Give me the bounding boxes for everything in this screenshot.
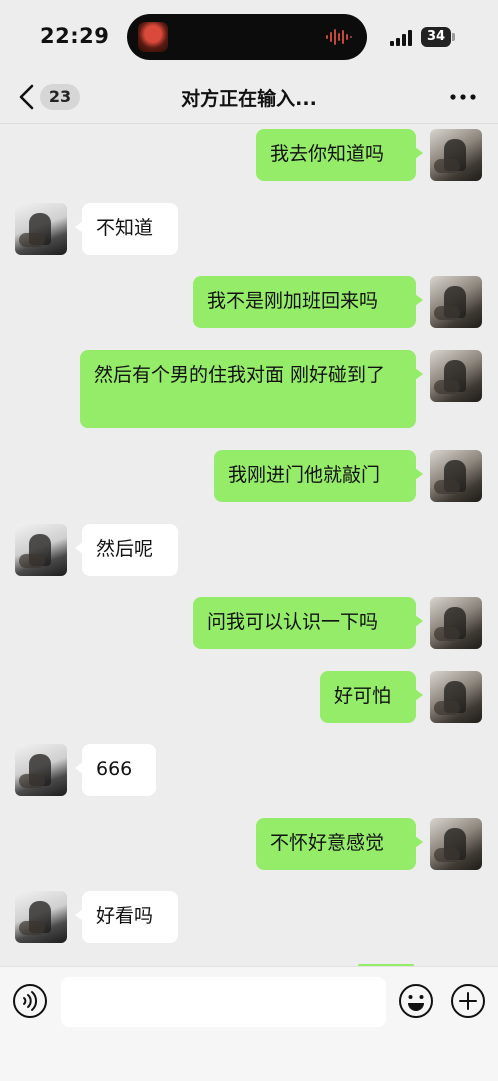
- my-avatar[interactable]: [430, 818, 482, 870]
- message-bubble[interactable]: 不怀好意感觉: [256, 818, 423, 870]
- message-input[interactable]: [61, 977, 386, 1027]
- my-avatar[interactable]: [430, 450, 482, 502]
- audio-wave-icon: [326, 29, 352, 45]
- my-avatar[interactable]: [430, 671, 482, 723]
- message-bubble[interactable]: 好可怕: [320, 671, 423, 723]
- my-avatar[interactable]: [430, 129, 482, 181]
- chat-title: 对方正在输入...: [181, 88, 317, 110]
- message-bubble[interactable]: 然后呢: [75, 524, 178, 576]
- cellular-signal-icon: [390, 30, 412, 46]
- contact-avatar[interactable]: [15, 891, 67, 943]
- message-bubble[interactable]: 我刚进门他就敲门: [214, 450, 423, 502]
- my-avatar[interactable]: [430, 276, 482, 328]
- battery-tip: [452, 33, 455, 41]
- contact-avatar[interactable]: [15, 524, 67, 576]
- message-input-bar: [0, 966, 498, 1081]
- plus-icon[interactable]: [450, 983, 486, 1019]
- emoji-icon[interactable]: [398, 983, 434, 1019]
- message-bubble[interactable]: 不知道: [75, 203, 178, 255]
- message-bubble[interactable]: 好看吗: [75, 891, 178, 943]
- message-bubble[interactable]: 666: [75, 744, 156, 796]
- contact-avatar[interactable]: [15, 744, 67, 796]
- message-bubble[interactable]: 我去你知道吗: [256, 129, 423, 181]
- now-playing-avatar: [138, 22, 168, 52]
- more-icon[interactable]: [446, 86, 480, 108]
- message-bubble[interactable]: 我不是刚加班回来吗: [193, 276, 423, 328]
- header-divider: [0, 123, 498, 124]
- chat-header: 23 对方正在输入...: [0, 76, 498, 122]
- message-bubble[interactable]: 问我可以认识一下吗: [193, 597, 423, 649]
- status-time: 22:29: [40, 24, 110, 48]
- status-bar: 22:29 34: [0, 0, 498, 76]
- dynamic-island: [127, 14, 367, 60]
- battery-indicator: 34: [421, 27, 451, 47]
- my-avatar[interactable]: [430, 350, 482, 402]
- message-bubble[interactable]: 然后有个男的住我对面 刚好碰到了: [80, 350, 423, 428]
- contact-avatar[interactable]: [15, 203, 67, 255]
- my-avatar[interactable]: [430, 597, 482, 649]
- voice-icon[interactable]: [12, 983, 48, 1019]
